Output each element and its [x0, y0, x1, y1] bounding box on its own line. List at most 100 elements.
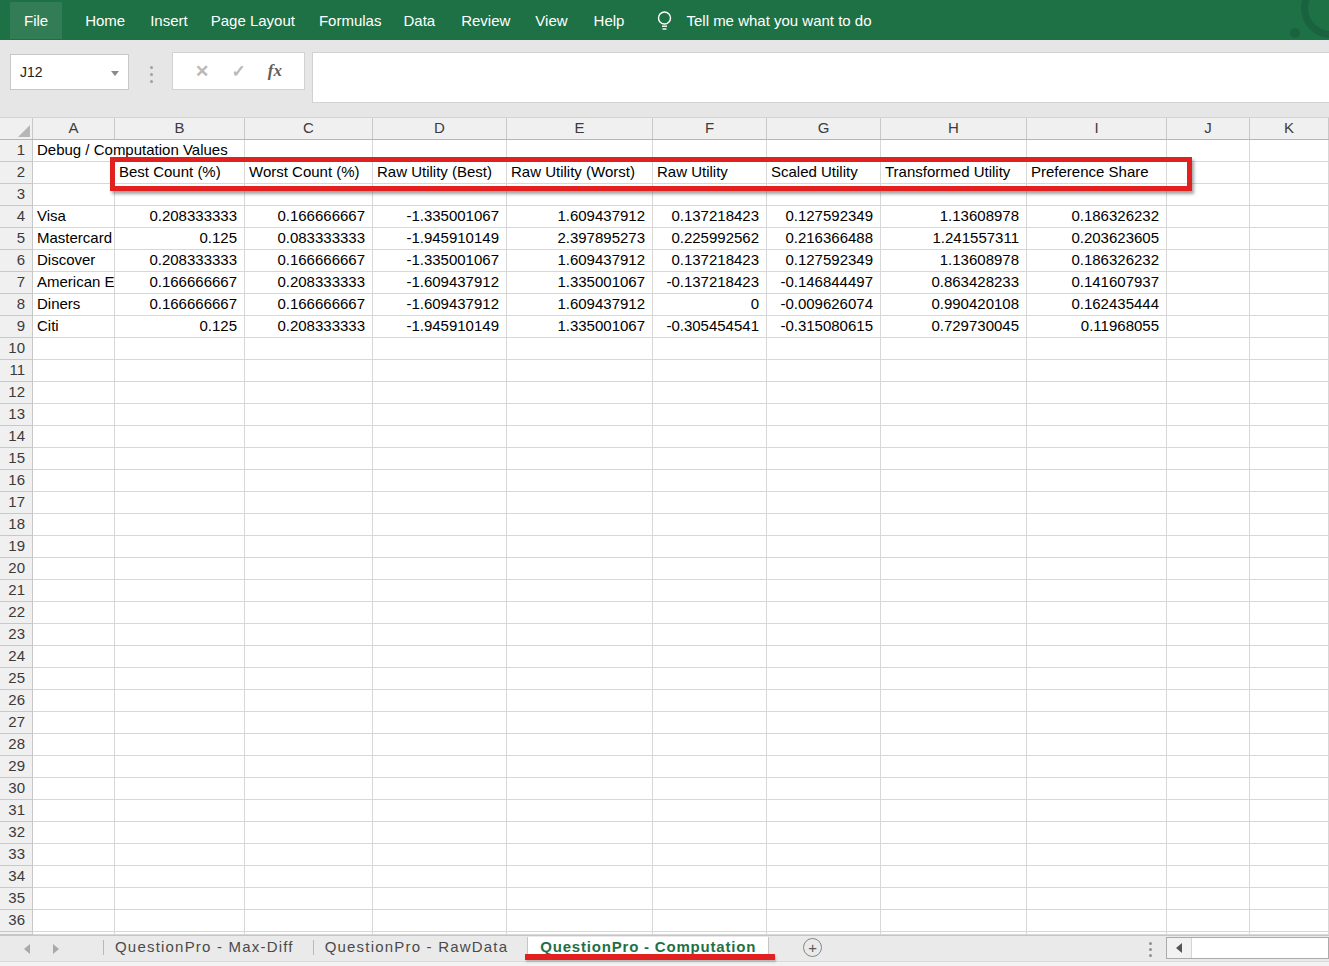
cell-I9[interactable]: 0.11968055 — [1027, 316, 1167, 338]
cell-J20[interactable] — [1167, 558, 1250, 580]
cell-B8[interactable]: 0.166666667 — [115, 294, 245, 316]
cell-J6[interactable] — [1167, 250, 1250, 272]
cell-A14[interactable] — [33, 426, 115, 448]
cell-E22[interactable] — [507, 602, 653, 624]
cell-F5[interactable]: 0.225992562 — [653, 228, 767, 250]
cell-B11[interactable] — [115, 360, 245, 382]
cell-E8[interactable]: 1.609437912 — [507, 294, 653, 316]
cell-G33[interactable] — [767, 844, 881, 866]
cell-E4[interactable]: 1.609437912 — [507, 206, 653, 228]
cell-E35[interactable] — [507, 888, 653, 910]
cell-E17[interactable] — [507, 492, 653, 514]
cell-B26[interactable] — [115, 690, 245, 712]
cell-J23[interactable] — [1167, 624, 1250, 646]
cell-A4[interactable]: Visa — [33, 206, 115, 228]
cell-B4[interactable]: 0.208333333 — [115, 206, 245, 228]
cell-D19[interactable] — [373, 536, 507, 558]
row-header-4[interactable]: 4 — [0, 206, 33, 228]
cell-E20[interactable] — [507, 558, 653, 580]
cell-A8[interactable]: Diners — [33, 294, 115, 316]
cell-H17[interactable] — [881, 492, 1027, 514]
cell-J24[interactable] — [1167, 646, 1250, 668]
cell-H20[interactable] — [881, 558, 1027, 580]
cell-I4[interactable]: 0.186326232 — [1027, 206, 1167, 228]
cell-I10[interactable] — [1027, 338, 1167, 360]
cell-A27[interactable] — [33, 712, 115, 734]
cell-K15[interactable] — [1250, 448, 1329, 470]
cell-E26[interactable] — [507, 690, 653, 712]
cell-B7[interactable]: 0.166666667 — [115, 272, 245, 294]
cell-C9[interactable]: 0.208333333 — [245, 316, 373, 338]
cell-F28[interactable] — [653, 734, 767, 756]
cell-F8[interactable]: 0 — [653, 294, 767, 316]
cell-I24[interactable] — [1027, 646, 1167, 668]
cell-C21[interactable] — [245, 580, 373, 602]
cell-F36[interactable] — [653, 910, 767, 932]
cell-J29[interactable] — [1167, 756, 1250, 778]
cell-I31[interactable] — [1027, 800, 1167, 822]
cell-C29[interactable] — [245, 756, 373, 778]
cell-A33[interactable] — [33, 844, 115, 866]
cell-E10[interactable] — [507, 338, 653, 360]
cell-H32[interactable] — [881, 822, 1027, 844]
cell-K8[interactable] — [1250, 294, 1329, 316]
cell-F35[interactable] — [653, 888, 767, 910]
ribbon-tab-page-layout[interactable]: Page Layout — [211, 12, 295, 29]
row-header-6[interactable]: 6 — [0, 250, 33, 272]
cell-B17[interactable] — [115, 492, 245, 514]
cell-F30[interactable] — [653, 778, 767, 800]
cell-B25[interactable] — [115, 668, 245, 690]
row-header-2[interactable]: 2 — [0, 162, 33, 184]
cell-E7[interactable]: 1.335001067 — [507, 272, 653, 294]
cell-D10[interactable] — [373, 338, 507, 360]
cell-D8[interactable]: -1.609437912 — [373, 294, 507, 316]
add-sheet-button[interactable]: + — [803, 938, 822, 957]
cell-F18[interactable] — [653, 514, 767, 536]
row-header-26[interactable]: 26 — [0, 690, 33, 712]
cell-H4[interactable]: 1.13608978 — [881, 206, 1027, 228]
cell-K5[interactable] — [1250, 228, 1329, 250]
cell-G29[interactable] — [767, 756, 881, 778]
cell-B28[interactable] — [115, 734, 245, 756]
cell-B33[interactable] — [115, 844, 245, 866]
cell-K21[interactable] — [1250, 580, 1329, 602]
row-header-30[interactable]: 30 — [0, 778, 33, 800]
cell-H28[interactable] — [881, 734, 1027, 756]
cell-G34[interactable] — [767, 866, 881, 888]
tell-me-search[interactable]: Tell me what you want to do — [686, 12, 871, 29]
cell-G4[interactable]: 0.127592349 — [767, 206, 881, 228]
cell-F14[interactable] — [653, 426, 767, 448]
cell-D35[interactable] — [373, 888, 507, 910]
cell-A2[interactable] — [33, 162, 115, 184]
cell-G17[interactable] — [767, 492, 881, 514]
cell-I33[interactable] — [1027, 844, 1167, 866]
column-header-J[interactable]: J — [1167, 118, 1250, 139]
cell-A29[interactable] — [33, 756, 115, 778]
cell-J30[interactable] — [1167, 778, 1250, 800]
cell-D17[interactable] — [373, 492, 507, 514]
cell-D33[interactable] — [373, 844, 507, 866]
cell-A6[interactable]: Discover — [33, 250, 115, 272]
cell-E27[interactable] — [507, 712, 653, 734]
cell-K3[interactable] — [1250, 184, 1329, 206]
cell-G24[interactable] — [767, 646, 881, 668]
cell-J12[interactable] — [1167, 382, 1250, 404]
cell-I14[interactable] — [1027, 426, 1167, 448]
cell-D20[interactable] — [373, 558, 507, 580]
ribbon-tab-data[interactable]: Data — [403, 12, 435, 29]
sheet-nav-left-icon[interactable] — [24, 944, 30, 954]
row-header-3[interactable]: 3 — [0, 184, 33, 206]
cell-C25[interactable] — [245, 668, 373, 690]
cell-J9[interactable] — [1167, 316, 1250, 338]
cell-K33[interactable] — [1250, 844, 1329, 866]
cell-E16[interactable] — [507, 470, 653, 492]
cell-I19[interactable] — [1027, 536, 1167, 558]
ribbon-tab-view[interactable]: View — [535, 12, 567, 29]
row-header-28[interactable]: 28 — [0, 734, 33, 756]
cell-H10[interactable] — [881, 338, 1027, 360]
cell-J18[interactable] — [1167, 514, 1250, 536]
cell-H29[interactable] — [881, 756, 1027, 778]
cell-G30[interactable] — [767, 778, 881, 800]
cell-K6[interactable] — [1250, 250, 1329, 272]
cell-J36[interactable] — [1167, 910, 1250, 932]
